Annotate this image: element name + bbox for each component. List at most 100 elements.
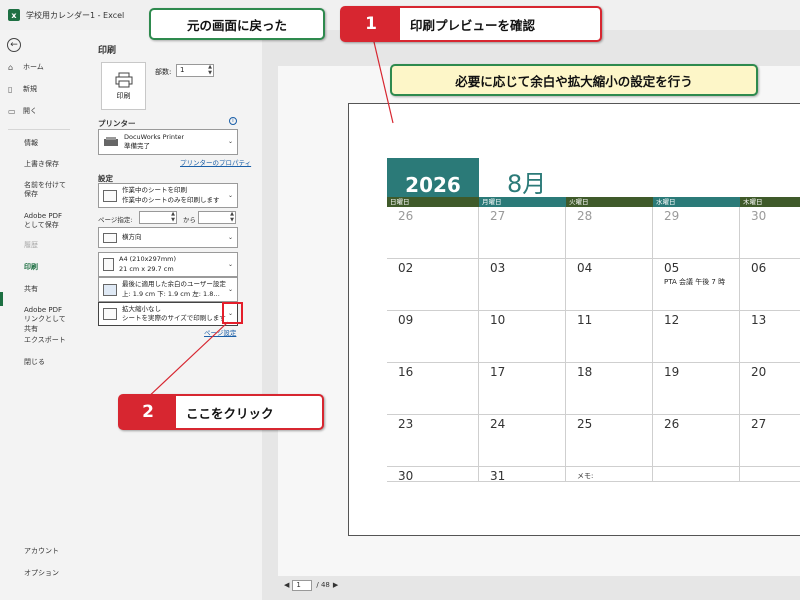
- pages-to-label: から: [183, 216, 196, 224]
- new-file-icon: ▯: [8, 85, 13, 94]
- calendar-cell: 05 PTA 会議 午後 7 時: [653, 259, 740, 311]
- calendar-cell: 12: [653, 311, 740, 363]
- backstage-nav: ← ⌂ ホーム ▯ 新規 ▭ 開く 情報 上書き保存 名前を付けて保存 Adob…: [0, 30, 76, 600]
- callout-back-to-screen: 元の画面に戻った: [149, 8, 325, 40]
- landscape-icon: [103, 232, 117, 243]
- calendar-year: 2026: [387, 158, 479, 201]
- print-scope-dropdown[interactable]: 作業中のシートを印刷 作業中のシートのみを印刷します ⌄: [98, 183, 238, 208]
- print-heading: 印刷: [98, 46, 117, 56]
- info-icon[interactable]: i: [229, 117, 237, 125]
- calendar-day-number: 04: [577, 261, 593, 275]
- nav-options[interactable]: オプション: [0, 569, 76, 578]
- nav-open[interactable]: ▭ 開く: [0, 107, 76, 118]
- calendar-day-number: 13: [751, 313, 767, 327]
- spinner-icon[interactable]: ▲ ▼: [171, 211, 175, 223]
- page-navigator: ◀ 1 / 48 ▶: [281, 578, 341, 592]
- pages-from-input[interactable]: ▲ ▼: [139, 211, 177, 224]
- margins-dropdown[interactable]: 最後に適用した余白のユーザー設定 上: 1.9 cm 下: 1.9 cm 左: …: [98, 277, 238, 302]
- calendar-cell: 28: [566, 207, 653, 259]
- next-page-icon[interactable]: ▶: [333, 581, 338, 589]
- callout-step1: 1 印刷プレビューを確認: [340, 6, 602, 42]
- excel-icon: x: [8, 9, 20, 21]
- step1-text: 印刷プレビューを確認: [410, 17, 536, 33]
- weekday-header: 火曜日: [566, 197, 653, 207]
- printer-name: DocuWorks Printer: [124, 132, 185, 141]
- calendar-day-number: 28: [577, 209, 593, 223]
- nav-history: 履歴: [24, 241, 38, 249]
- callout-step2: 2 ここをクリック: [118, 394, 324, 430]
- calendar-day-number: 27: [751, 417, 767, 431]
- calendar-cell: 29: [653, 207, 740, 259]
- pages-to-input[interactable]: ▲ ▼: [198, 211, 236, 224]
- calendar-day-number: 27: [490, 209, 506, 223]
- callout-adjust-settings: 必要に応じて余白や拡大縮小の設定を行う: [390, 64, 758, 96]
- calendar-cell: 31: [479, 467, 566, 483]
- calendar-day-number: 12: [664, 313, 680, 327]
- nav-new[interactable]: ▯ 新規: [0, 85, 76, 96]
- nav-share-adobe-pdf-link[interactable]: Adobe PDF リンクとして共有: [0, 306, 70, 334]
- step2-text: ここをクリック: [186, 405, 274, 421]
- nav-save-adobe-pdf[interactable]: Adobe PDF として保存: [0, 212, 70, 231]
- calendar-cell: 10: [479, 311, 566, 363]
- paper-size-dropdown[interactable]: A4 (210x297mm) 21 cm x 29.7 cm ⌄: [98, 252, 238, 277]
- copies-value: 1: [180, 66, 185, 74]
- margins-icon: [103, 283, 117, 296]
- page-setup-link[interactable]: ページ設定: [204, 327, 236, 337]
- home-icon: ⌂: [8, 63, 14, 72]
- calendar-cell: 19: [653, 363, 740, 415]
- nav-export[interactable]: エクスポート: [0, 336, 76, 345]
- calendar-cell: 06: [740, 259, 800, 311]
- nav-divider: [8, 129, 70, 130]
- calendar-cell: 25: [566, 415, 653, 467]
- calendar-day-number: 05: [664, 261, 680, 275]
- chevron-down-icon: ⌄: [227, 285, 233, 293]
- copies-input[interactable]: 1 ▲ ▼: [176, 64, 214, 77]
- scaling-icon: [103, 308, 117, 320]
- calendar-day-number: 17: [490, 365, 506, 379]
- calendar-day-number: 18: [577, 365, 593, 379]
- calendar-day-number: 06: [751, 261, 767, 275]
- weekday-header: 月曜日: [479, 197, 566, 207]
- back-arrow-icon[interactable]: ←: [7, 38, 21, 52]
- calendar-cell: 04: [566, 259, 653, 311]
- highlight-frame: [222, 302, 243, 324]
- calendar-day-number: メモ:: [577, 472, 594, 480]
- nav-close[interactable]: 閉じる: [0, 358, 76, 367]
- chevron-down-icon: ⌄: [227, 138, 233, 145]
- nav-save[interactable]: 上書き保存: [0, 160, 76, 169]
- spinner-icon[interactable]: ▲ ▼: [208, 64, 212, 76]
- current-page-input[interactable]: 1: [292, 579, 313, 591]
- print-button[interactable]: 印刷: [101, 62, 146, 110]
- calendar-day-number: 11: [577, 313, 593, 327]
- orientation-dropdown[interactable]: 横方向 ⌄: [98, 227, 238, 248]
- nav-account[interactable]: アカウント: [0, 547, 76, 556]
- calendar-cell: 26: [653, 415, 740, 467]
- nav-home[interactable]: ⌂ ホーム: [0, 63, 76, 74]
- calendar-day-number: 31: [490, 469, 506, 483]
- scaling-dropdown[interactable]: 拡大縮小なし シートを実際のサイズで印刷します ⌄: [98, 302, 238, 326]
- step1-number: 1: [342, 8, 400, 40]
- calendar-day-number: 02: [398, 261, 414, 275]
- calendar-cell: [740, 467, 800, 482]
- calendar-day-number: 24: [490, 417, 506, 431]
- calendar-cell: 13: [740, 311, 800, 363]
- printer-section-label: プリンター: [98, 119, 136, 128]
- calendar-cell: 27: [740, 415, 800, 467]
- nav-share[interactable]: 共有: [0, 285, 76, 294]
- prev-page-icon[interactable]: ◀: [284, 581, 289, 589]
- weekday-header: 水曜日: [653, 197, 740, 207]
- printer-properties-link[interactable]: プリンターのプロパティ: [180, 157, 251, 167]
- calendar-day-number: 23: [398, 417, 414, 431]
- calendar-cell: 11: [566, 311, 653, 363]
- spinner-icon[interactable]: ▲ ▼: [230, 211, 234, 223]
- calendar-day-number: 19: [664, 365, 680, 379]
- calendar-cell: 23: [387, 415, 479, 467]
- nav-info[interactable]: 情報: [0, 139, 76, 148]
- nav-save-as[interactable]: 名前を付けて保存: [0, 181, 70, 200]
- calendar-cell: 09: [387, 311, 479, 363]
- calendar-cell: 24: [479, 415, 566, 467]
- printer-dropdown[interactable]: DocuWorks Printer 準備完了 ⌄: [98, 129, 238, 155]
- weekday-header-row: 日曜日 月曜日 火曜日 水曜日 木曜日: [387, 197, 800, 207]
- calendar-event-note: PTA 会議 午後 7 時: [664, 278, 726, 286]
- nav-print[interactable]: 印刷: [0, 263, 76, 272]
